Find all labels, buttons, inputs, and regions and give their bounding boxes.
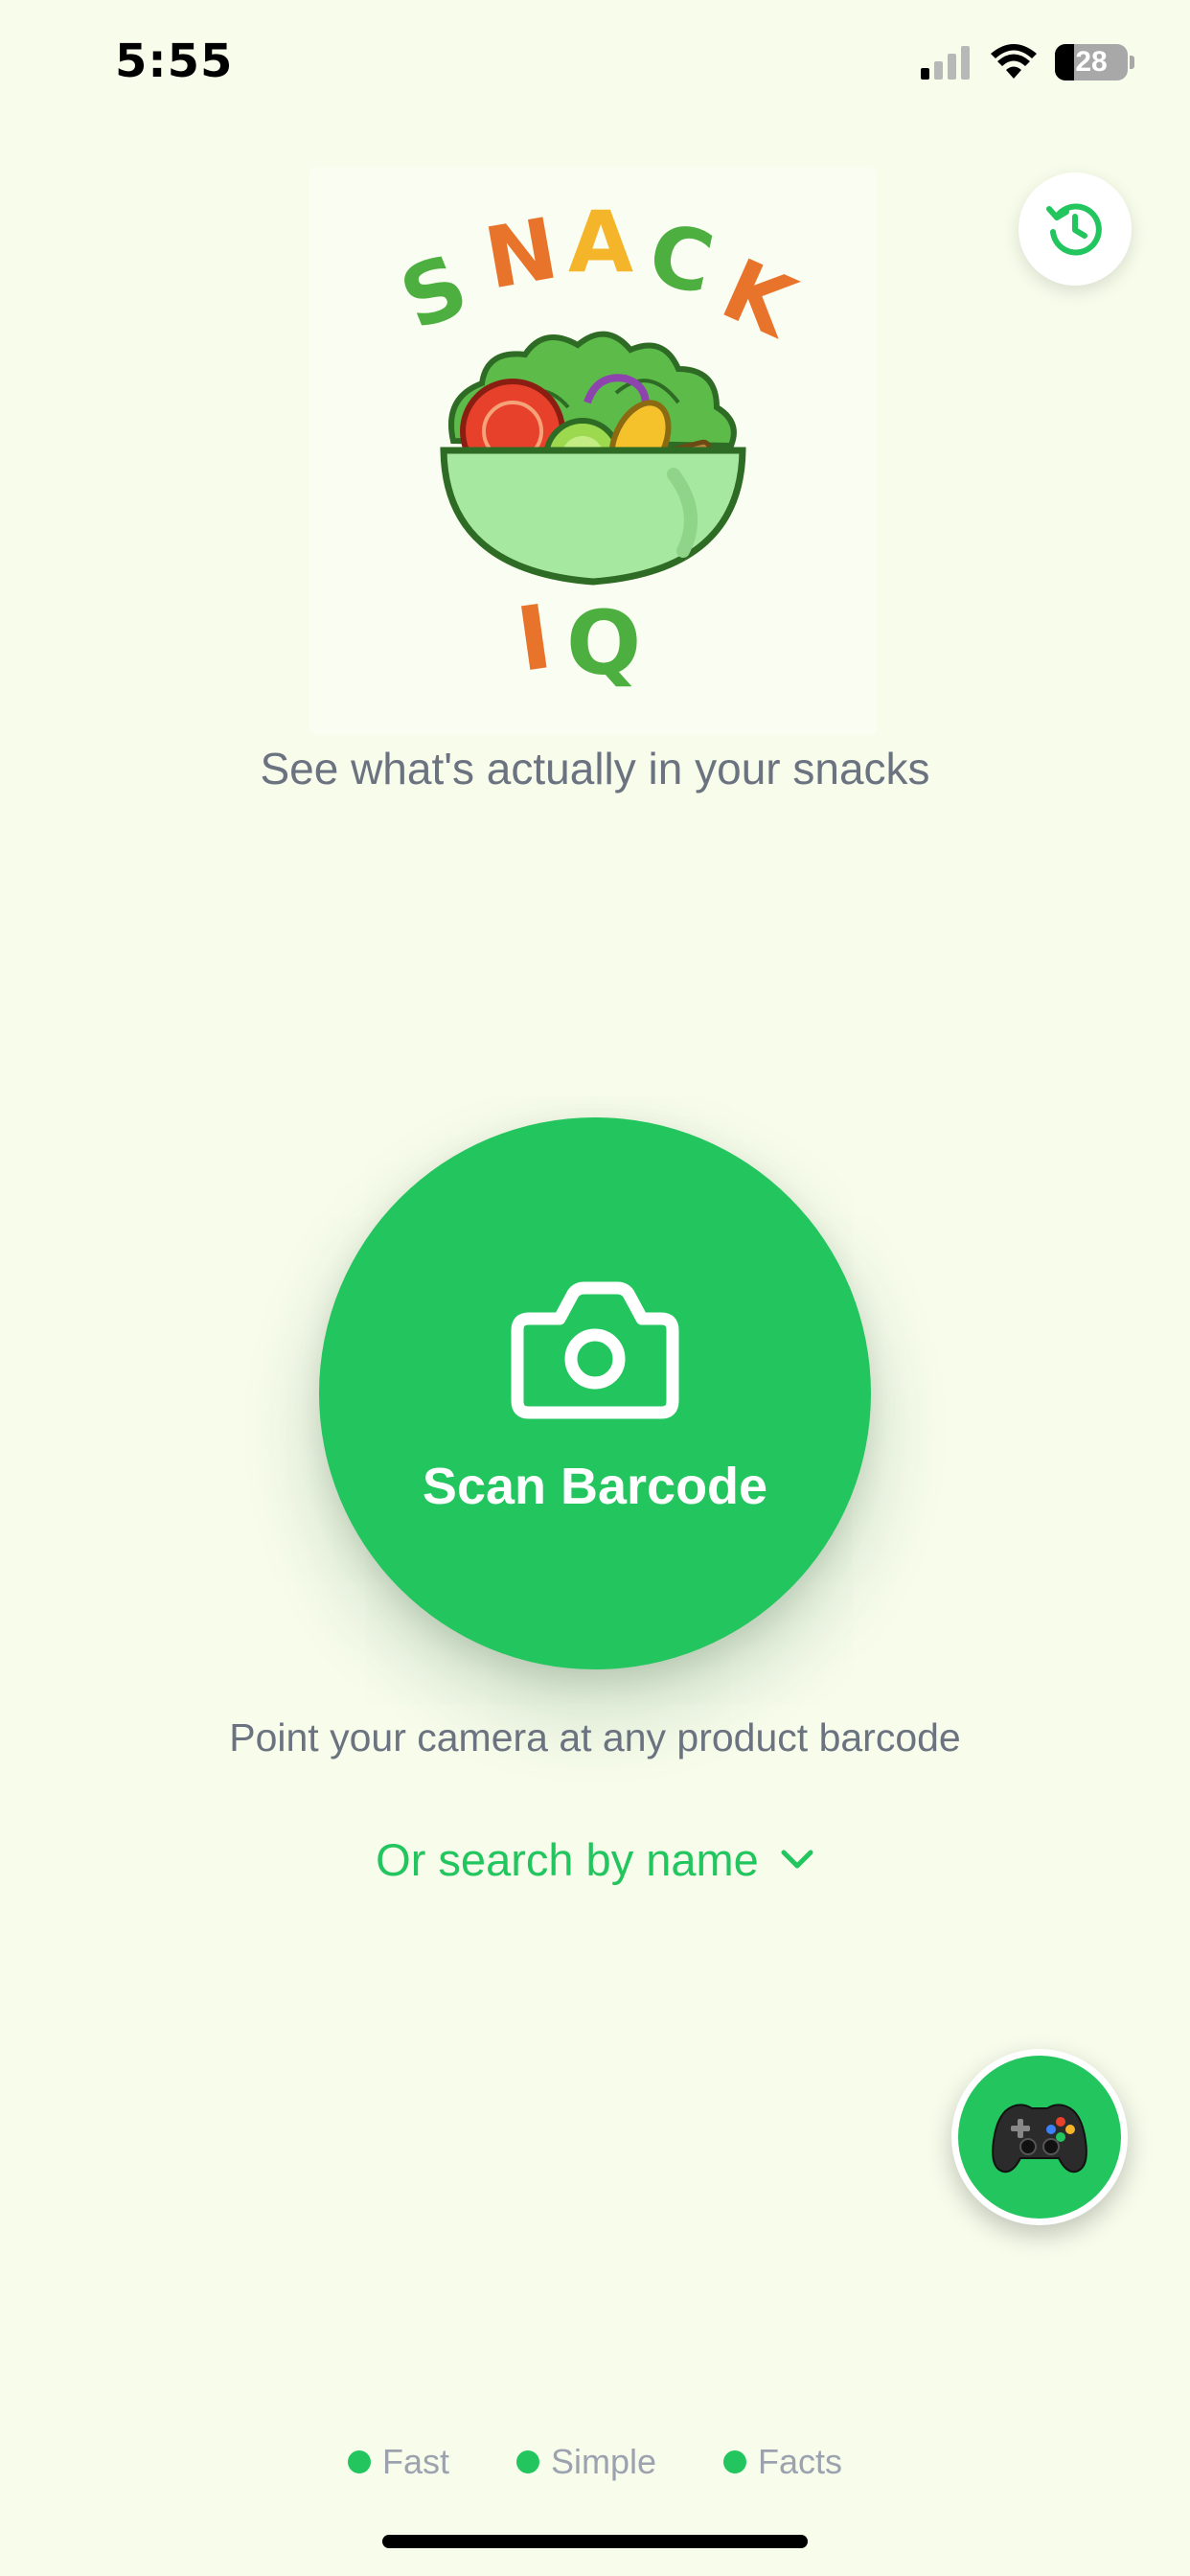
game-button[interactable] — [951, 2049, 1128, 2225]
cellular-signal-icon — [921, 46, 970, 80]
feature-dot — [515, 2450, 539, 2473]
logo-letter-i: I — [511, 586, 558, 692]
tagline: See what's actually in your snacks — [260, 744, 930, 794]
scan-barcode-button[interactable]: Scan Barcode — [319, 1117, 871, 1669]
feature-list: Fast Simple Facts — [0, 2442, 1190, 2482]
wifi-icon — [991, 44, 1037, 79]
feature-label: Facts — [758, 2442, 843, 2481]
logo-letter-k: K — [708, 240, 811, 357]
battery-nub — [1130, 56, 1134, 69]
logo-letter-s: S — [387, 235, 480, 349]
logo-letter-c: C — [641, 204, 722, 313]
scan-hint: Point your camera at any product barcode — [229, 1715, 961, 1760]
snackiq-logo: S N A C K I Q — [309, 168, 877, 735]
feature-dot — [347, 2450, 371, 2473]
logo-salad — [440, 331, 746, 586]
status-icons: 28 — [919, 42, 1134, 82]
scan-barcode-label: Scan Barcode — [422, 1458, 768, 1515]
search-by-name-label: Or search by name — [376, 1833, 759, 1885]
feature-label: Fast — [381, 2442, 449, 2481]
history-button[interactable] — [1018, 172, 1132, 286]
status-time: 5:55 — [115, 34, 234, 88]
game-controller-icon — [992, 2104, 1087, 2174]
feature-label: Simple — [550, 2442, 657, 2481]
battery-indicator: 28 — [1055, 44, 1128, 80]
search-by-name-toggle[interactable]: Or search by name — [355, 1826, 835, 1893]
feature-fast: Fast — [347, 2442, 449, 2482]
feature-facts: Facts — [723, 2442, 842, 2482]
logo-letter-a: A — [568, 193, 633, 291]
battery-level: 28 — [1075, 46, 1108, 78]
home-indicator[interactable] — [382, 2535, 808, 2548]
chevron-down-icon — [781, 1850, 813, 1869]
logo-letter-n: N — [478, 198, 564, 308]
history-clock-icon — [1046, 203, 1102, 256]
logo-letter-q: Q — [566, 592, 641, 695]
feature-simple: Simple — [515, 2442, 657, 2482]
camera-icon — [511, 1281, 679, 1419]
feature-dot — [723, 2450, 747, 2473]
